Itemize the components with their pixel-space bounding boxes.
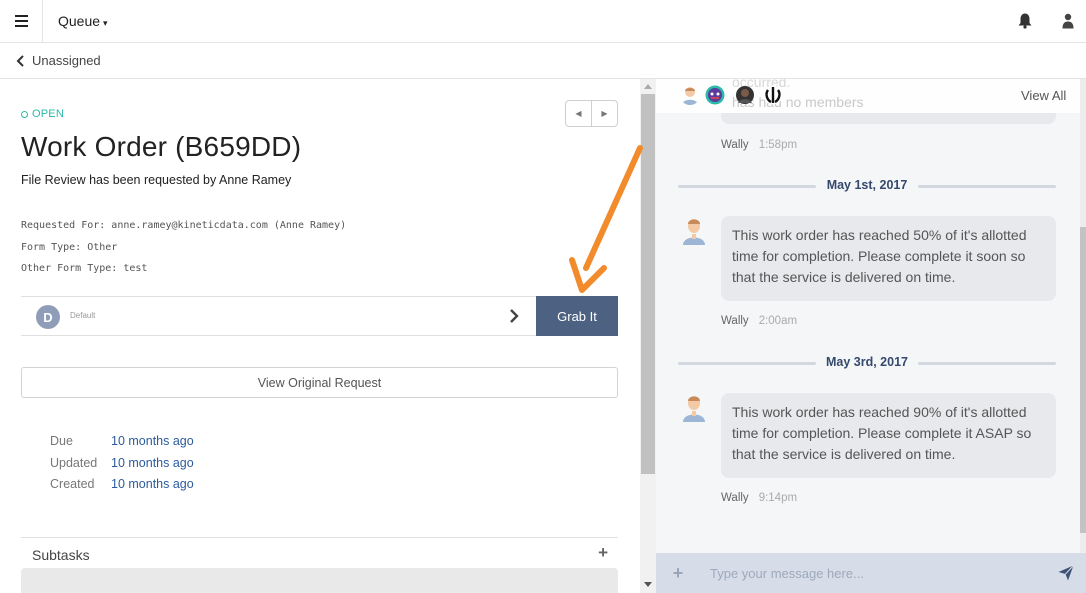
date-separator-label: May 3rd, 2017 bbox=[826, 355, 908, 369]
queue-dropdown[interactable]: Queue ▾ bbox=[58, 13, 108, 29]
participants-bar: occurred. has had no members View All bbox=[656, 79, 1086, 113]
previous-message-bubble bbox=[721, 113, 1056, 124]
breadcrumb-bar: Unassigned bbox=[0, 43, 1086, 79]
top-bar: Queue ▾ bbox=[0, 0, 1086, 43]
assignment-row: D Default Grab It bbox=[21, 296, 618, 336]
message-meta: Wally 1:58pm bbox=[721, 139, 797, 151]
grab-it-button[interactable]: Grab It bbox=[536, 296, 618, 336]
discussion-scrollbar[interactable] bbox=[1080, 79, 1086, 553]
date-separator-label: May 1st, 2017 bbox=[826, 178, 908, 192]
participant-avatar-icon[interactable] bbox=[680, 85, 700, 105]
date-value-updated: 10 months ago bbox=[111, 455, 194, 470]
date-value-created: 10 months ago bbox=[111, 477, 194, 491]
add-subtask-button[interactable]: + bbox=[598, 543, 608, 563]
message-input[interactable] bbox=[700, 553, 1046, 593]
date-label-updated: Updated bbox=[50, 455, 98, 470]
next-item-button[interactable]: ▶ bbox=[592, 101, 617, 126]
work-order-pane: OPEN ◀ ▶ Work Order (B659DD) File Review… bbox=[0, 79, 640, 593]
message-time: 2:00am bbox=[758, 315, 798, 327]
date-row-created: Created 10 months ago bbox=[48, 474, 194, 496]
detail-requested-for: Requested For: anne.ramey@kineticdata.co… bbox=[21, 220, 347, 231]
queue-label: Queue bbox=[58, 13, 101, 29]
add-attachment-button[interactable]: + bbox=[656, 553, 700, 593]
date-row-updated: Updated 10 months ago bbox=[48, 453, 194, 475]
message-author: Wally bbox=[721, 315, 749, 327]
team-avatar: D bbox=[36, 305, 60, 329]
scrollbar-thumb[interactable] bbox=[1080, 227, 1086, 533]
subtasks-header: Subtasks + bbox=[21, 537, 618, 567]
date-label-due: Due bbox=[50, 434, 73, 448]
chevron-left-icon bbox=[16, 54, 24, 67]
message-meta: Wally 2:00am bbox=[721, 315, 797, 327]
view-all-participants-link[interactable]: View All bbox=[1021, 88, 1066, 103]
breadcrumb-back-link[interactable]: Unassigned bbox=[16, 53, 101, 68]
detail-form-type: Form Type: Other bbox=[21, 241, 118, 253]
left-pane-scrollbar[interactable] bbox=[640, 79, 656, 593]
message-author: Wally bbox=[721, 139, 749, 151]
chevron-down-icon: ▾ bbox=[103, 18, 108, 28]
date-row-due: Due 10 months ago bbox=[48, 431, 194, 453]
date-separator: May 1st, 2017 bbox=[678, 178, 1056, 194]
message-bubble: This work order has reached 50% of it's … bbox=[721, 216, 1056, 301]
request-summary: File Review has been requested by Anne R… bbox=[21, 173, 292, 187]
participant-avatar-icon[interactable] bbox=[735, 85, 755, 105]
bell-icon[interactable] bbox=[1018, 13, 1032, 29]
breadcrumb-label: Unassigned bbox=[32, 53, 101, 68]
date-separator: May 3rd, 2017 bbox=[678, 355, 1056, 371]
message-time: 9:14pm bbox=[758, 492, 798, 504]
date-value-due: 10 months ago bbox=[111, 434, 194, 448]
subtasks-list bbox=[21, 568, 618, 593]
message-bubble: This work order has reached 90% of it's … bbox=[721, 393, 1056, 478]
scroll-down-icon[interactable] bbox=[644, 582, 652, 587]
status-badge: OPEN bbox=[21, 108, 64, 120]
date-label: Updated bbox=[48, 453, 111, 475]
message-author: Wally bbox=[721, 492, 749, 504]
team-label: Default bbox=[70, 311, 96, 320]
robot-avatar-icon bbox=[683, 396, 705, 422]
page-title: Work Order (B659DD) bbox=[21, 131, 302, 162]
user-icon[interactable] bbox=[1062, 13, 1074, 29]
previous-item-button[interactable]: ◀ bbox=[566, 101, 592, 126]
item-pager: ◀ ▶ bbox=[565, 100, 618, 127]
scrollbar-thumb[interactable] bbox=[641, 94, 655, 474]
date-label: Created bbox=[48, 474, 111, 496]
status-ring-icon bbox=[21, 110, 28, 118]
participant-avatar-icon[interactable] bbox=[763, 85, 783, 105]
message-time: 1:58pm bbox=[758, 139, 798, 151]
date-label-created: Created bbox=[50, 477, 95, 491]
scroll-up-icon[interactable] bbox=[644, 84, 652, 89]
send-icon[interactable] bbox=[1058, 565, 1074, 581]
chevron-right-icon[interactable] bbox=[508, 308, 520, 324]
dates-list: Due 10 months ago Updated 10 months ago Cr… bbox=[48, 431, 194, 496]
status-text: OPEN bbox=[32, 108, 64, 120]
request-details: Requested For: anne.ramey@kineticdata.co… bbox=[21, 215, 346, 280]
robot-avatar-icon bbox=[683, 219, 705, 245]
message-composer: + bbox=[656, 553, 1086, 593]
discussion-pane: occurred. has had no members View All Wa… bbox=[656, 79, 1086, 553]
view-original-request-button[interactable]: View Original Request bbox=[21, 367, 618, 398]
subtasks-title: Subtasks bbox=[32, 547, 90, 563]
menu-icon[interactable] bbox=[0, 0, 43, 42]
detail-other-form-type: Other Form Type: test bbox=[21, 263, 148, 274]
date-label: Due bbox=[48, 431, 111, 453]
participant-avatar-icon[interactable] bbox=[705, 85, 725, 105]
message-meta: Wally 9:14pm bbox=[721, 492, 797, 504]
